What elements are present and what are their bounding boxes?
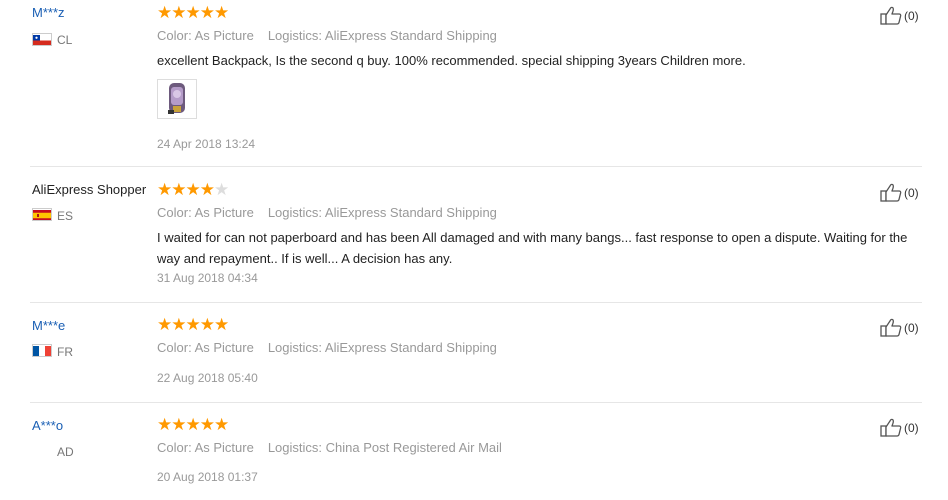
- color-option: Color: As Picture: [157, 340, 254, 355]
- logistics-info: Logistics: AliExpress Standard Shipping: [267, 340, 497, 355]
- star-icon: ★: [214, 315, 229, 335]
- reviewer-name: AliExpress Shopper: [32, 182, 147, 197]
- star-rating: ★★★★★: [157, 315, 229, 335]
- review-text: excellent Backpack, Is the second q buy.…: [157, 53, 746, 68]
- star-icon: ★: [199, 315, 215, 335]
- star-icon: ★: [214, 415, 229, 435]
- flag-es-icon: [32, 208, 52, 221]
- star-icon: ★: [199, 415, 215, 435]
- star-rating: ★★★★★: [157, 3, 229, 23]
- reviewer-name[interactable]: M***e: [32, 318, 65, 334]
- reviewer-country: AD: [57, 445, 74, 459]
- star-icon: ★: [171, 415, 186, 435]
- order-info: Color: As Picture Logistics: AliExpress S…: [157, 205, 497, 221]
- thumbs-up-icon: [880, 183, 902, 202]
- logistics-info: Logistics: China Post Registered Air Mai…: [267, 440, 502, 455]
- flag-fr-icon: [32, 344, 52, 357]
- star-icon: ★: [185, 3, 201, 23]
- review-item: A***o AD ★★★★★ Color: As Picture Logistic…: [0, 403, 948, 500]
- thumbs-up-icon: [880, 418, 902, 437]
- star-empty-icon: ★: [214, 180, 229, 200]
- star-icon: ★: [157, 180, 172, 200]
- like-button[interactable]: (0): [880, 318, 919, 337]
- like-count: (0): [904, 320, 919, 335]
- star-icon: ★: [171, 3, 186, 23]
- star-icon: ★: [199, 180, 215, 200]
- review-photo-thumbnail[interactable]: [157, 79, 197, 119]
- reviewer-name[interactable]: A***o: [32, 418, 63, 434]
- thumbs-up-icon: [880, 6, 902, 25]
- like-count: (0): [904, 420, 919, 435]
- review-list: M***z CL ★★★★★ Color: As Picture Logistic…: [0, 0, 948, 500]
- reviewer-country: CL: [57, 33, 73, 47]
- star-icon: ★: [185, 315, 201, 335]
- reviewer-country: ES: [57, 209, 74, 223]
- star-rating: ★★★★★: [157, 415, 229, 435]
- star-icon: ★: [185, 180, 201, 200]
- review-text: I waited for can not paperboard and has …: [157, 230, 908, 266]
- order-info: Color: As Picture Logistics: AliExpress S…: [157, 28, 497, 44]
- review-item: AliExpress Shopper ES ★★★★★ Color: As Pi…: [0, 167, 948, 302]
- review-date: 31 Aug 2018 04:34: [157, 271, 258, 285]
- star-icon: ★: [171, 315, 186, 335]
- reviewer-country: FR: [57, 345, 73, 359]
- review-date: 24 Apr 2018 13:24: [157, 137, 256, 151]
- star-rating: ★★★★★: [157, 180, 229, 200]
- logistics-info: Logistics: AliExpress Standard Shipping: [267, 205, 497, 220]
- review-date: 22 Aug 2018 05:40: [157, 371, 258, 385]
- color-option: Color: As Picture: [157, 205, 254, 220]
- star-icon: ★: [157, 415, 172, 435]
- like-button[interactable]: (0): [880, 183, 919, 202]
- review-date: 20 Aug 2018 01:37: [157, 470, 258, 484]
- like-button[interactable]: (0): [880, 6, 919, 25]
- star-icon: ★: [214, 3, 229, 23]
- like-count: (0): [904, 185, 919, 200]
- like-count: (0): [904, 8, 919, 23]
- star-icon: ★: [185, 415, 201, 435]
- review-item: M***z CL ★★★★★ Color: As Picture Logistic…: [0, 0, 948, 166]
- order-info: Color: As Picture Logistics: AliExpress S…: [157, 340, 497, 356]
- review-item: M***e FR ★★★★★ Color: As Picture Logistic…: [0, 303, 948, 402]
- thumbs-up-icon: [880, 318, 902, 337]
- reviewer-name[interactable]: M***z: [32, 5, 65, 21]
- flag-cl-icon: [32, 33, 52, 46]
- color-option: Color: As Picture: [157, 440, 254, 455]
- like-button[interactable]: (0): [880, 418, 919, 437]
- star-icon: ★: [199, 3, 215, 23]
- star-icon: ★: [171, 180, 186, 200]
- star-icon: ★: [157, 315, 172, 335]
- logistics-info: Logistics: AliExpress Standard Shipping: [267, 28, 497, 43]
- star-icon: ★: [157, 3, 172, 23]
- color-option: Color: As Picture: [157, 28, 254, 43]
- order-info: Color: As Picture Logistics: China Post R…: [157, 440, 502, 456]
